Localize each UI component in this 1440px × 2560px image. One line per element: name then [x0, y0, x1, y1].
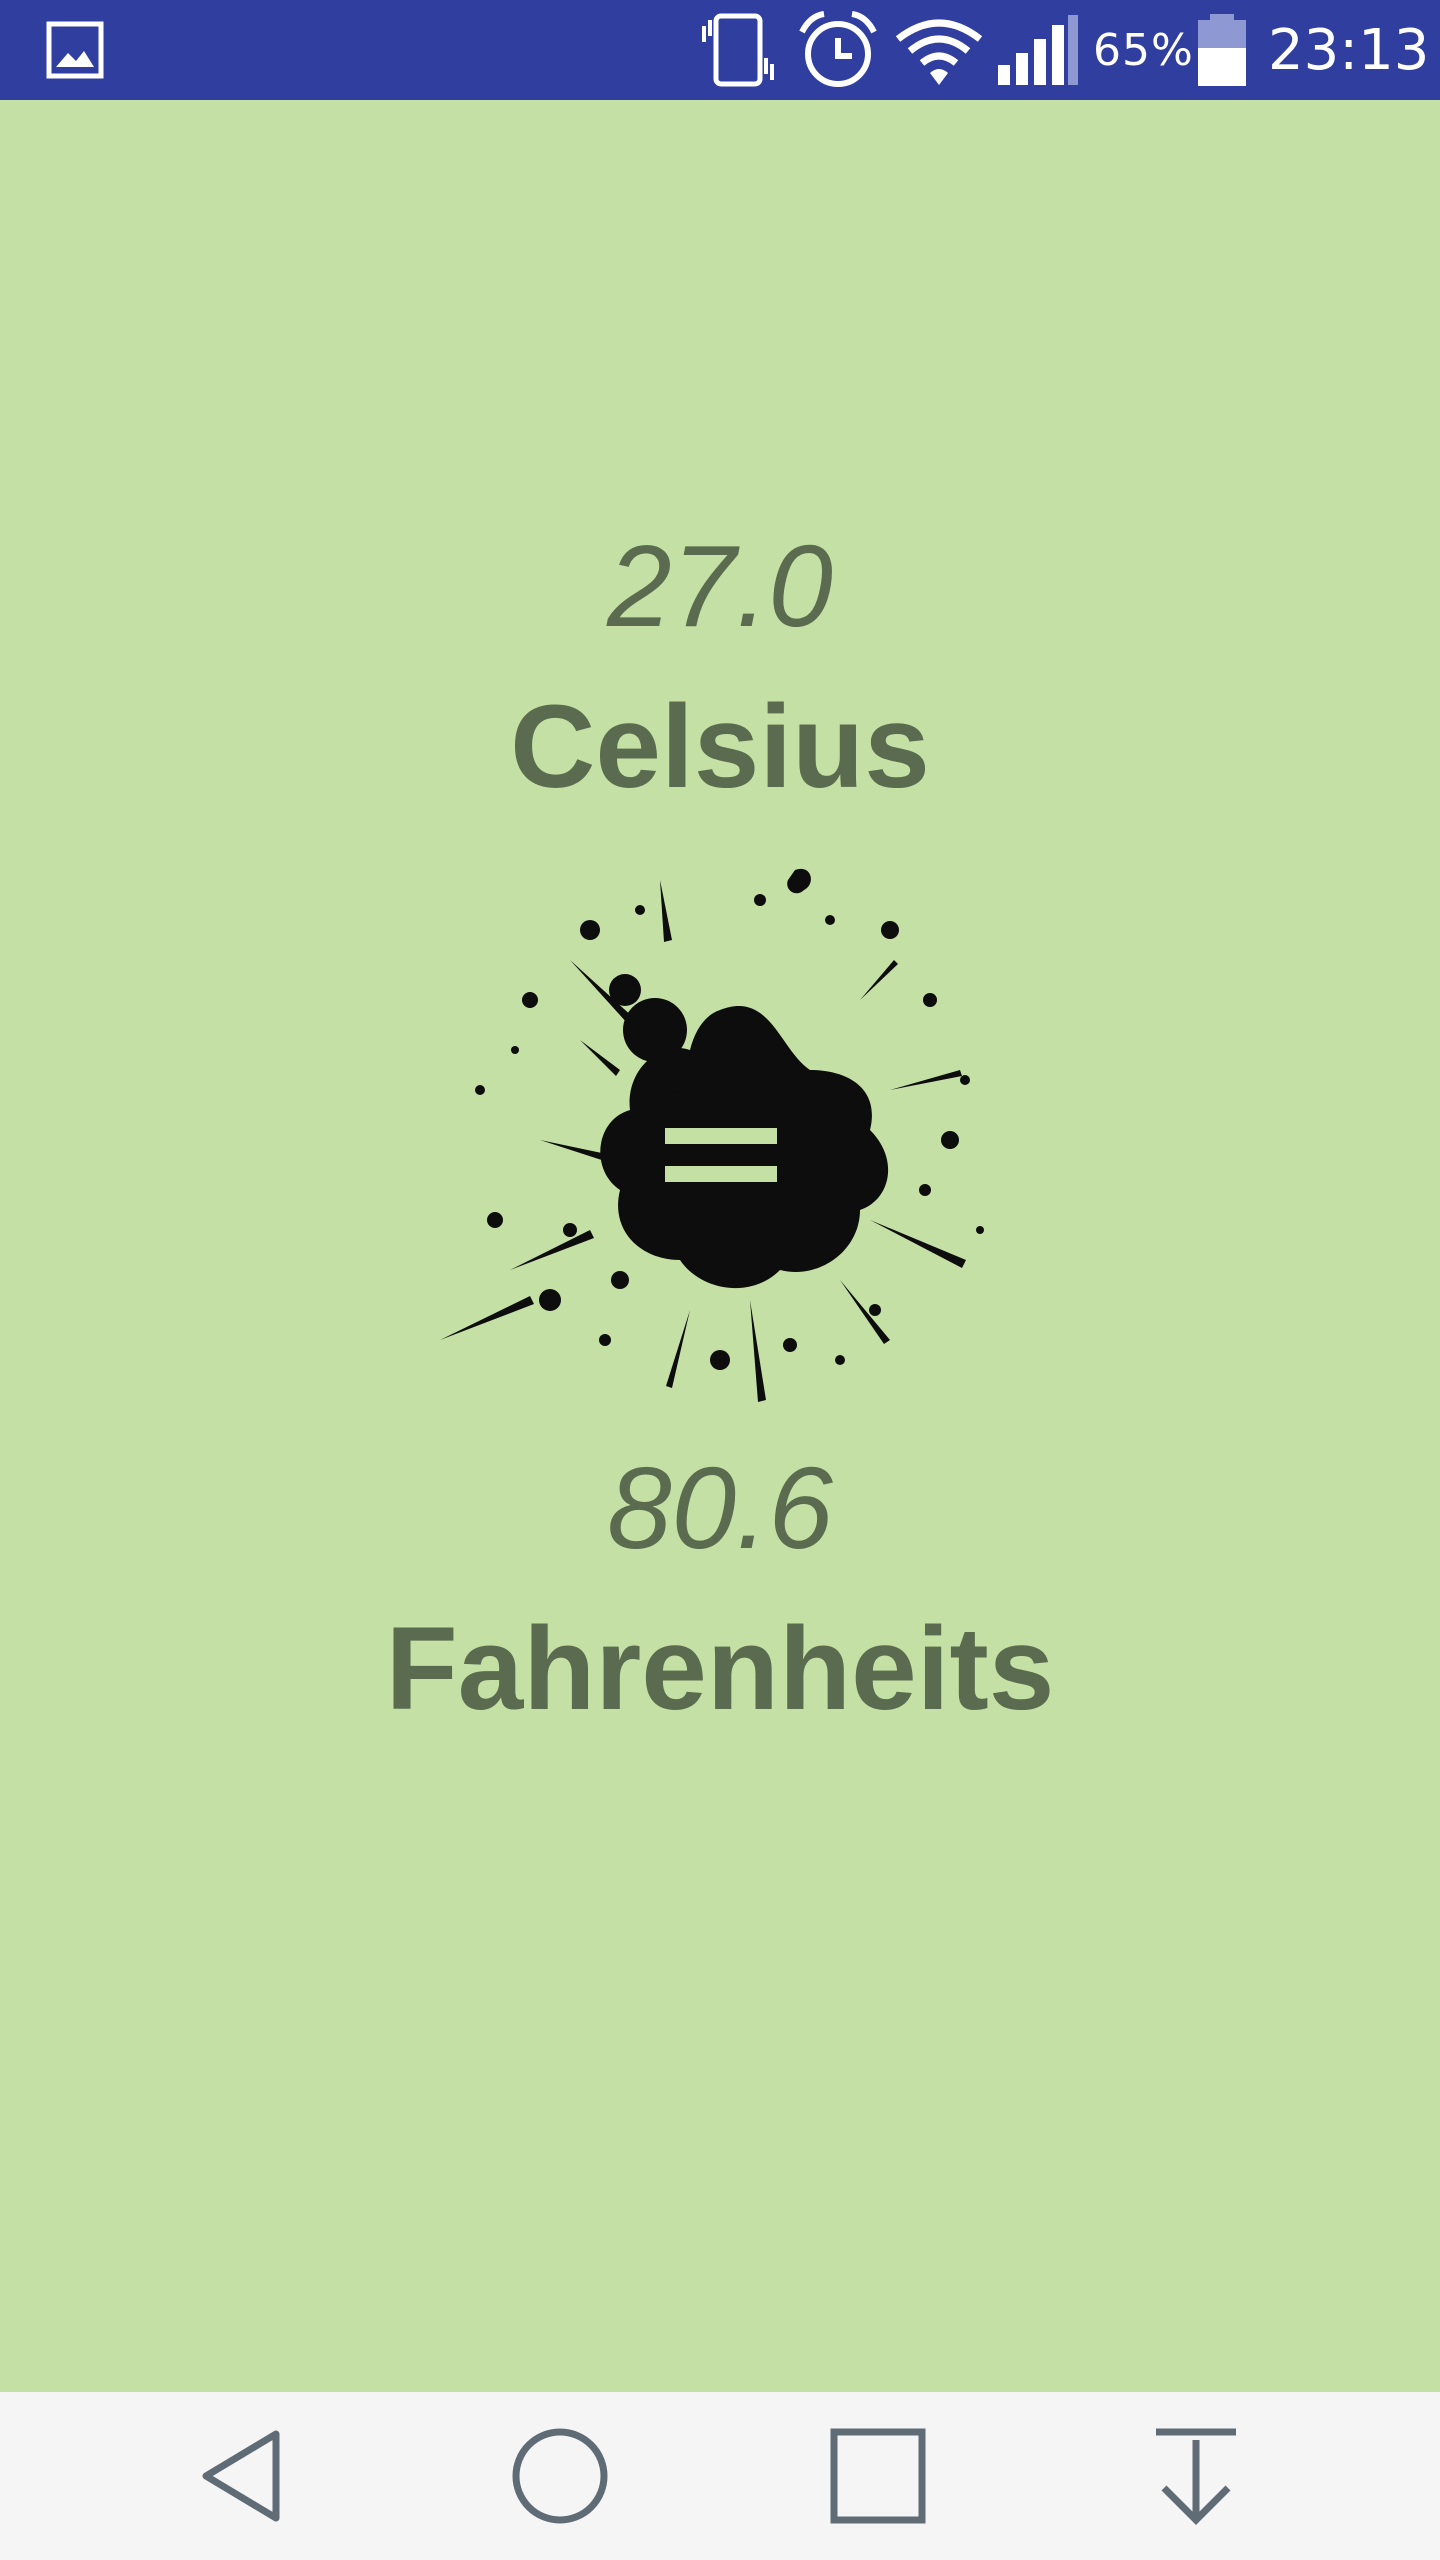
navigation-bar: [0, 2392, 1440, 2560]
clock-time: 23:13: [1268, 17, 1430, 83]
battery-percent-text: 65%: [1093, 24, 1194, 76]
vibrate-icon: [696, 0, 780, 100]
alarm-icon: [796, 0, 880, 100]
back-button[interactable]: [176, 2406, 316, 2546]
battery-icon: [1196, 0, 1248, 100]
gallery-icon: [46, 0, 104, 100]
signal-icon: [996, 0, 1080, 100]
equals-splash-icon[interactable]: [420, 840, 1020, 1440]
celsius-label: Celsius: [510, 681, 930, 813]
recent-apps-icon: [830, 2428, 926, 2524]
back-icon: [202, 2430, 280, 2522]
notification-down-button[interactable]: [1126, 2406, 1266, 2546]
fahrenheit-label: Fahrenheits: [385, 1603, 1055, 1735]
status-bar: 65% 23:13: [0, 0, 1440, 100]
recent-apps-button[interactable]: [808, 2406, 948, 2546]
celsius-value[interactable]: 27.0: [0, 528, 1440, 644]
wifi-icon: [894, 0, 984, 100]
converter-screen: 27.0 Celsius 80.6 Fahrenheits: [0, 100, 1440, 2392]
fahrenheit-value[interactable]: 80.6: [0, 1450, 1440, 1566]
home-icon: [512, 2428, 608, 2524]
home-button[interactable]: [490, 2406, 630, 2546]
notification-down-icon: [1156, 2428, 1236, 2525]
